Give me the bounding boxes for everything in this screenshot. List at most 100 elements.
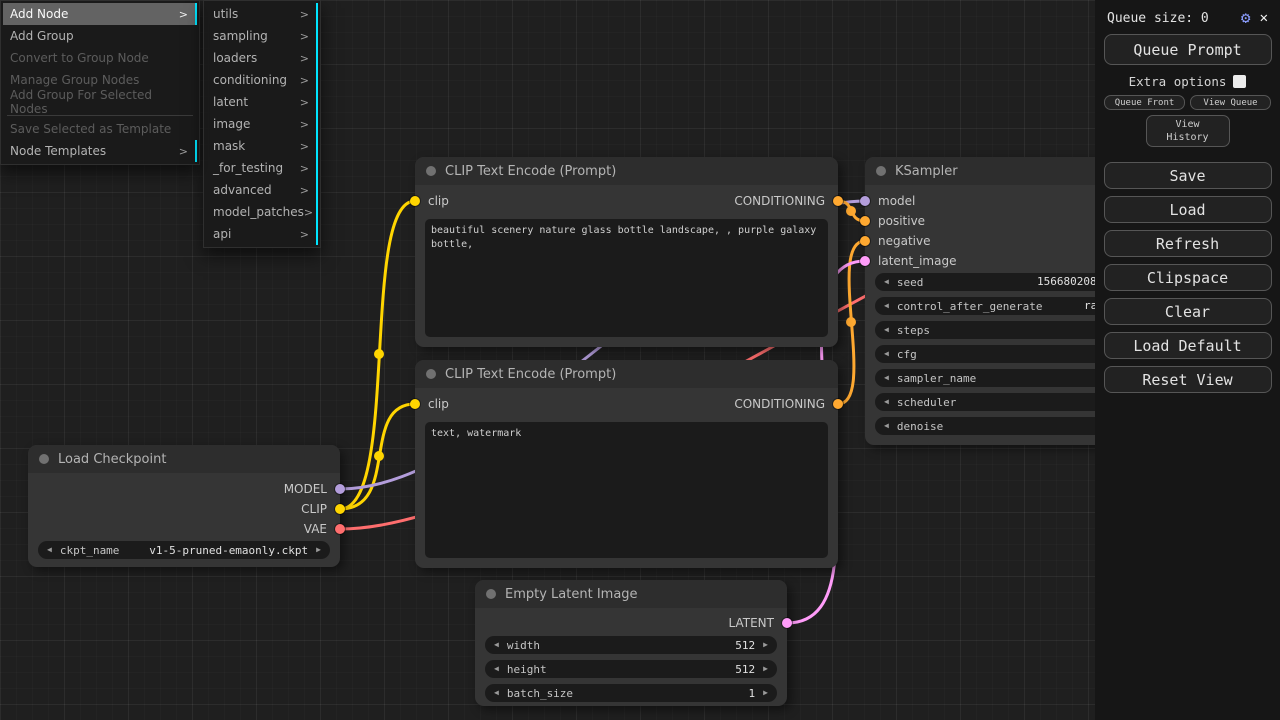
queue-status-row: Queue size: 0 ⚙ ✕: [1095, 0, 1280, 26]
collapse-toggle-icon[interactable]: [426, 369, 436, 379]
widget-height[interactable]: ◀ height 512 ▶: [485, 660, 777, 678]
decrement-arrow-icon[interactable]: ◀: [884, 374, 889, 382]
load-default-button[interactable]: Load Default: [1104, 332, 1272, 359]
decrement-arrow-icon[interactable]: ◀: [884, 326, 889, 334]
decrement-arrow-icon[interactable]: ◀: [884, 278, 889, 286]
menu-item-label: Save Selected as Template: [10, 122, 171, 136]
vae-output-pin[interactable]: [335, 524, 345, 534]
latent-image-input-pin[interactable]: [860, 256, 870, 266]
submenu-item-api[interactable]: api >: [206, 223, 318, 245]
menu-item-node-templates[interactable]: Node Templates >: [3, 140, 197, 162]
clip-input-pin[interactable]: [410, 196, 420, 206]
clear-button[interactable]: Clear: [1104, 298, 1272, 325]
view-queue-button[interactable]: View Queue: [1190, 95, 1271, 110]
latent-output-pin[interactable]: [782, 618, 792, 628]
submenu-arrow-icon: >: [300, 52, 309, 65]
node-header[interactable]: CLIP Text Encode (Prompt): [415, 157, 838, 185]
conditioning-output-pin[interactable]: [833, 196, 843, 206]
widget-label: denoise: [897, 420, 943, 433]
load-button[interactable]: Load: [1104, 196, 1272, 223]
menu-item-add-node[interactable]: Add Node >: [3, 3, 197, 25]
node-header[interactable]: Load Checkpoint: [28, 445, 340, 473]
decrement-arrow-icon[interactable]: ◀: [884, 302, 889, 310]
input-slot-negative[interactable]: negative: [860, 231, 930, 251]
widget-width[interactable]: ◀ width 512 ▶: [485, 636, 777, 654]
output-slot-latent[interactable]: LATENT: [729, 613, 792, 633]
node-title: CLIP Text Encode (Prompt): [445, 367, 616, 382]
model-input-pin[interactable]: [860, 196, 870, 206]
submenu-item-sampling[interactable]: sampling >: [206, 25, 318, 47]
menu-item-label: api: [213, 227, 231, 241]
prompt-textarea[interactable]: beautiful scenery nature glass bottle la…: [425, 219, 828, 337]
menu-item-label: Manage Group Nodes: [10, 73, 139, 87]
collapse-toggle-icon[interactable]: [39, 454, 49, 464]
input-slot-clip[interactable]: clip: [410, 191, 449, 211]
clip-input-pin[interactable]: [410, 399, 420, 409]
collapse-toggle-icon[interactable]: [876, 166, 886, 176]
node-header[interactable]: Empty Latent Image: [475, 580, 787, 608]
submenu-item-loaders[interactable]: loaders >: [206, 47, 318, 69]
input-slot-clip[interactable]: clip: [410, 394, 449, 414]
submenu-item-image[interactable]: image >: [206, 113, 318, 135]
output-slot-vae[interactable]: VAE: [304, 519, 345, 539]
output-slot-clip[interactable]: CLIP: [301, 499, 345, 519]
collapse-toggle-icon[interactable]: [486, 589, 496, 599]
clipspace-button[interactable]: Clipspace: [1104, 264, 1272, 291]
decrement-arrow-icon[interactable]: ◀: [494, 665, 499, 673]
close-menu-icon[interactable]: ✕: [1260, 11, 1268, 25]
node-load-checkpoint[interactable]: Load Checkpoint MODEL CLIP VAE ◀ ckpt_na…: [28, 445, 340, 567]
submenu-item-advanced[interactable]: advanced >: [206, 179, 318, 201]
input-slot-positive[interactable]: positive: [860, 211, 925, 231]
submenu-item-utils[interactable]: utils >: [206, 3, 318, 25]
input-slot-latent-image[interactable]: latent_image: [860, 251, 956, 271]
widget-batch-size[interactable]: ◀ batch_size 1 ▶: [485, 684, 777, 702]
node-clip-text-encode-1[interactable]: CLIP Text Encode (Prompt) clip CONDITION…: [415, 157, 838, 347]
conditioning-output-pin[interactable]: [833, 399, 843, 409]
collapse-toggle-icon[interactable]: [426, 166, 436, 176]
submenu-arrow-icon: >: [300, 96, 309, 109]
submenu-item-mask[interactable]: mask >: [206, 135, 318, 157]
decrement-arrow-icon[interactable]: ◀: [494, 689, 499, 697]
save-button[interactable]: Save: [1104, 162, 1272, 189]
decrement-arrow-icon[interactable]: ◀: [884, 350, 889, 358]
decrement-arrow-icon[interactable]: ◀: [47, 546, 52, 554]
refresh-button[interactable]: Refresh: [1104, 230, 1272, 257]
output-slot-conditioning[interactable]: CONDITIONING: [734, 394, 843, 414]
decrement-arrow-icon[interactable]: ◀: [884, 398, 889, 406]
submenu-item-for-testing[interactable]: _for_testing >: [206, 157, 318, 179]
decrement-arrow-icon[interactable]: ◀: [884, 422, 889, 430]
widget-label: cfg: [897, 348, 917, 361]
negative-input-pin[interactable]: [860, 236, 870, 246]
menu-item-label: mask: [213, 139, 245, 153]
output-slot-model[interactable]: MODEL: [284, 479, 345, 499]
decrement-arrow-icon[interactable]: ◀: [494, 641, 499, 649]
slot-label: clip: [428, 397, 449, 411]
reset-view-button[interactable]: Reset View: [1104, 366, 1272, 393]
submenu-item-conditioning[interactable]: conditioning >: [206, 69, 318, 91]
clip-output-pin[interactable]: [335, 504, 345, 514]
view-history-button[interactable]: View History: [1146, 115, 1230, 147]
prompt-textarea[interactable]: text, watermark: [425, 422, 828, 558]
menu-item-add-group[interactable]: Add Group: [3, 25, 197, 47]
node-header[interactable]: CLIP Text Encode (Prompt): [415, 360, 838, 388]
submenu-item-model-patches[interactable]: model_patches >: [206, 201, 318, 223]
model-output-pin[interactable]: [335, 484, 345, 494]
menu-item-label: loaders: [213, 51, 257, 65]
increment-arrow-icon[interactable]: ▶: [763, 665, 768, 673]
node-clip-text-encode-2[interactable]: CLIP Text Encode (Prompt) clip CONDITION…: [415, 360, 838, 568]
queue-front-button[interactable]: Queue Front: [1104, 95, 1185, 110]
menu-item-label: Node Templates: [10, 144, 106, 158]
widget-ckpt-name[interactable]: ◀ ckpt_name v1-5-pruned-emaonly.ckpt ▶: [38, 541, 330, 559]
output-slot-conditioning[interactable]: CONDITIONING: [734, 191, 843, 211]
settings-gear-icon[interactable]: ⚙: [1241, 10, 1251, 26]
positive-input-pin[interactable]: [860, 216, 870, 226]
increment-arrow-icon[interactable]: ▶: [763, 641, 768, 649]
node-empty-latent-image[interactable]: Empty Latent Image LATENT ◀ width 512 ▶ …: [475, 580, 787, 706]
extra-options-checkbox[interactable]: [1233, 75, 1246, 88]
widget-label: batch_size: [507, 687, 573, 700]
submenu-item-latent[interactable]: latent >: [206, 91, 318, 113]
increment-arrow-icon[interactable]: ▶: [763, 689, 768, 697]
queue-prompt-button[interactable]: Queue Prompt: [1104, 34, 1272, 65]
increment-arrow-icon[interactable]: ▶: [316, 546, 321, 554]
input-slot-model[interactable]: model: [860, 191, 915, 211]
